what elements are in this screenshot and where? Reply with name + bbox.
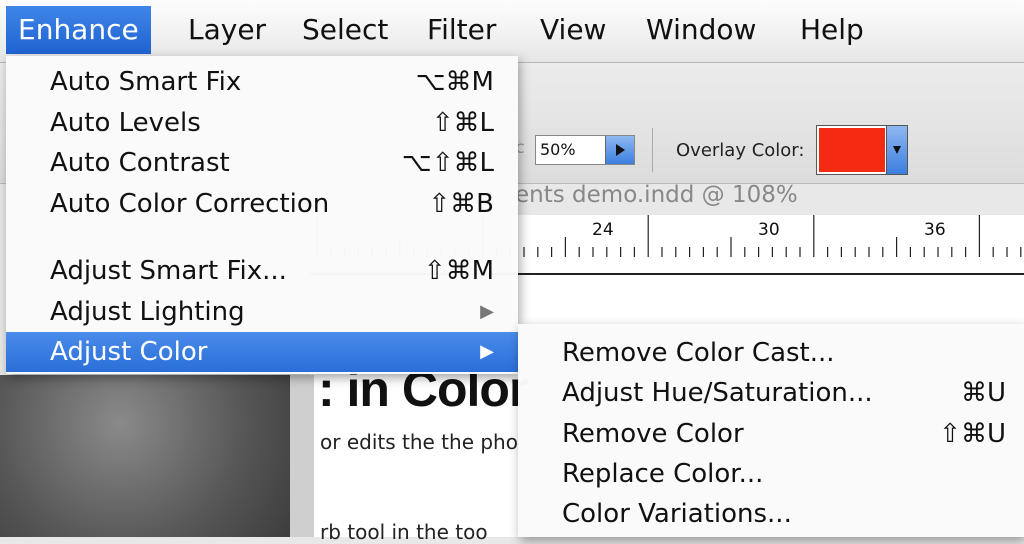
menu-help[interactable]: Help [788,6,876,54]
document-text-line: rb tool in the too [320,520,488,544]
adjust-color-submenu: Remove Color Cast... Adjust Hue/Saturati… [518,324,1024,537]
canvas-gutter [290,375,314,537]
menu-item-adjust-smart-fix[interactable]: Adjust Smart Fix... ⇧⌘M [6,251,518,291]
menu-item-label: Replace Color... [562,459,764,489]
menu-item-label: Auto Contrast [50,148,230,178]
menu-item-label: Auto Color Correction [50,189,330,219]
menu-item-adjust-color[interactable]: Adjust Color ▶ [6,332,518,372]
menu-item-auto-contrast[interactable]: Auto Contrast ⌥⇧⌘L [6,143,518,183]
overlay-color-swatch[interactable] [819,128,885,172]
opacity-select[interactable]: 50% [535,135,635,165]
menu-filter[interactable]: Filter [415,6,508,54]
menu-window[interactable]: Window [634,6,768,54]
menu-item-shortcut: ⇧⌘B [428,189,494,219]
opacity-dropdown-button[interactable] [605,136,634,164]
menu-item-shortcut: ⌘U [960,378,1006,408]
overlay-color-label: Overlay Color: [676,140,805,161]
ruler-label-30: 30 [758,220,780,240]
menu-item-shortcut: ⇧⌘L [431,108,494,138]
triangle-right-icon [616,144,625,156]
menu-item-shortcut: ⇧⌘M [423,256,494,286]
menu-item-auto-color-correction[interactable]: Auto Color Correction ⇧⌘B [6,184,518,224]
menu-item-auto-levels[interactable]: Auto Levels ⇧⌘L [6,103,518,143]
ruler-label-36: 36 [924,220,946,240]
menu-item-label: Auto Smart Fix [50,67,242,97]
menu-item-remove-color-cast[interactable]: Remove Color Cast... [518,333,1024,373]
ruler-label-24: 24 [592,220,614,240]
menu-item-label: Adjust Color [50,337,208,367]
menu-layer[interactable]: Layer [176,6,278,54]
menu-item-color-variations[interactable]: Color Variations... [518,494,1024,534]
menu-view[interactable]: View [528,6,618,54]
menu-item-label: Remove Color [562,419,744,449]
menu-item-shortcut: ⇧⌘U [939,419,1006,449]
menu-item-label: Auto Levels [50,108,201,138]
document-title: ents demo.indd @ 108% [515,182,798,208]
document-text-line: or edits the the pho [320,430,518,454]
menu-item-auto-smart-fix[interactable]: Auto Smart Fix ⌥⌘M [6,62,518,102]
triangle-down-icon [893,146,901,154]
menu-item-adjust-lighting[interactable]: Adjust Lighting ▶ [6,292,518,332]
menu-item-shortcut: ⌥⇧⌘L [401,148,494,178]
menu-enhance[interactable]: Enhance [6,6,151,54]
menu-select[interactable]: Select [290,6,400,54]
menu-item-label: Remove Color Cast... [562,338,835,368]
toolbar-divider [652,128,653,172]
menu-item-label: Color Variations... [562,499,792,529]
menu-item-adjust-hue-saturation[interactable]: Adjust Hue/Saturation... ⌘U [518,373,1024,413]
opacity-value: 50% [540,140,576,159]
overlay-color-dropdown-button[interactable] [886,126,907,174]
menu-item-remove-color[interactable]: Remove Color ⇧⌘U [518,414,1024,454]
menu-item-replace-color[interactable]: Replace Color... [518,454,1024,494]
enhance-menu: Auto Smart Fix ⌥⌘M Auto Levels ⇧⌘L Auto … [6,56,518,374]
menu-item-label: Adjust Smart Fix... [50,256,287,286]
submenu-arrow-icon: ▶ [480,301,494,322]
overlay-color-picker[interactable] [816,125,908,175]
menu-item-shortcut: ⌥⌘M [415,67,494,97]
menu-item-label: Adjust Hue/Saturation... [562,378,873,408]
submenu-arrow-icon: ▶ [480,341,494,362]
menu-item-label: Adjust Lighting [50,297,245,327]
menu-bar: Enhance Layer Select Filter View Window … [0,0,1024,63]
photo-thumbnail [0,375,300,537]
